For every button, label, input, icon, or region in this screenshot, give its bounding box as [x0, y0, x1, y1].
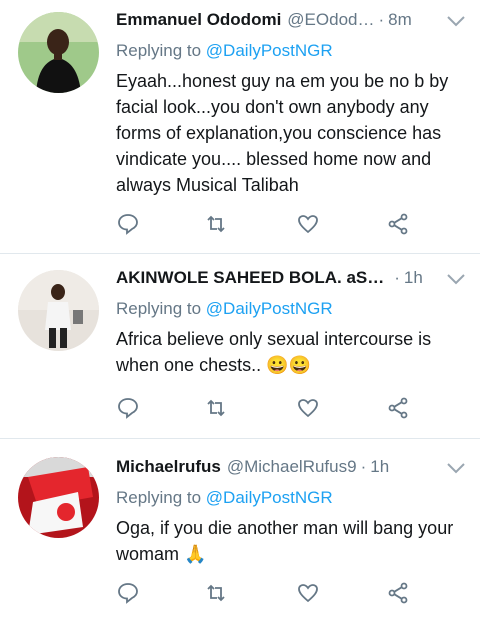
replying-prefix: Replying to: [116, 41, 202, 60]
heart-icon[interactable]: [296, 581, 324, 607]
replying-to: Replying to @DailyPostNGR: [116, 298, 466, 320]
mention-link[interactable]: @DailyPostNGR: [206, 488, 333, 507]
chevron-down-icon[interactable]: [446, 272, 466, 286]
separator: ·: [394, 268, 400, 287]
reply-icon[interactable]: [116, 212, 144, 238]
heart-icon[interactable]: [296, 212, 324, 238]
tweet[interactable]: Emmanuel Ododomi @EOdod… · 8m Replying t…: [0, 0, 480, 254]
tweet-actions: [116, 581, 416, 607]
timestamp[interactable]: 8m: [388, 10, 412, 30]
share-icon[interactable]: [386, 396, 414, 422]
user-handle[interactable]: @EOdod…: [287, 10, 374, 30]
mention-link[interactable]: @DailyPostNGR: [206, 299, 333, 318]
avatar[interactable]: [18, 270, 99, 351]
mention-link[interactable]: @DailyPostNGR: [206, 41, 333, 60]
user-handle[interactable]: @MichaelRufus9: [227, 457, 357, 477]
timestamp[interactable]: 1h: [404, 268, 423, 288]
avatar[interactable]: [18, 457, 99, 538]
heart-icon[interactable]: [296, 396, 324, 422]
separator: ·: [378, 10, 385, 29]
retweet-icon[interactable]: [204, 581, 232, 607]
display-name[interactable]: Michaelrufus: [116, 457, 221, 477]
timestamp[interactable]: 1h: [370, 457, 389, 477]
retweet-icon[interactable]: [204, 212, 232, 238]
replying-prefix: Replying to: [116, 299, 202, 318]
chevron-down-icon[interactable]: [446, 14, 466, 28]
replying-to: Replying to @DailyPostNGR: [116, 487, 466, 509]
tweet-text: Oga, if you die another man will bang yo…: [116, 518, 454, 564]
separator: ·: [360, 457, 367, 476]
avatar[interactable]: [18, 12, 99, 93]
tweet[interactable]: Michaelrufus @MichaelRufus9 · 1h Replyin…: [0, 439, 480, 618]
chevron-down-icon[interactable]: [446, 461, 466, 475]
retweet-icon[interactable]: [204, 396, 232, 422]
display-name[interactable]: AKINWOLE SAHEED BOLA. aS…: [116, 268, 384, 288]
replying-prefix: Replying to: [116, 488, 202, 507]
tweet-text: Eyaah...honest guy na em you be no b by …: [116, 71, 449, 195]
tweet-actions: [116, 396, 416, 422]
reply-icon[interactable]: [116, 396, 144, 422]
display-name[interactable]: Emmanuel Ododomi: [116, 10, 281, 30]
share-icon[interactable]: [386, 212, 414, 238]
tweet-actions: [116, 212, 416, 238]
reply-icon[interactable]: [116, 581, 144, 607]
replying-to: Replying to @DailyPostNGR: [116, 40, 466, 62]
tweet-text: Africa believe only sexual intercourse i…: [116, 329, 432, 375]
share-icon[interactable]: [386, 581, 414, 607]
tweet[interactable]: AKINWOLE SAHEED BOLA. aS… · 1h Replying …: [0, 254, 480, 439]
